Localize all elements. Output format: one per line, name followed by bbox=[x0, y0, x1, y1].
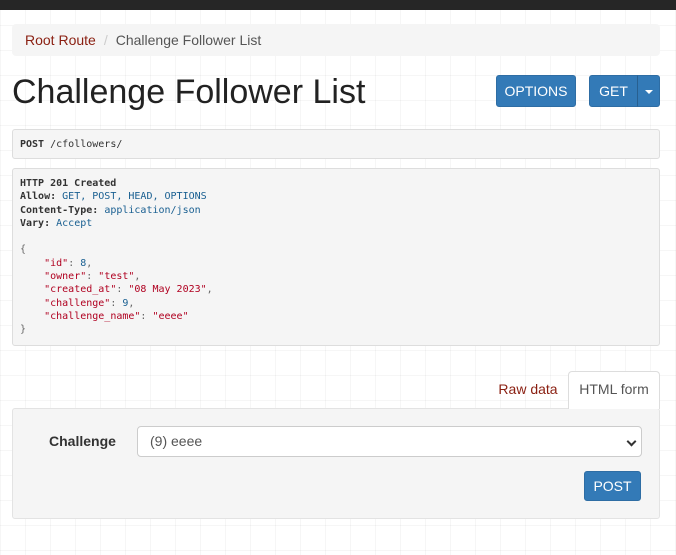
json-key: "challenge_name" bbox=[44, 310, 141, 322]
get-format-dropdown-button[interactable] bbox=[637, 75, 660, 107]
breadcrumb-root-link[interactable]: Root Route bbox=[25, 32, 96, 48]
breadcrumb: Root Route / Challenge Follower List bbox=[12, 24, 660, 56]
post-submit-button[interactable]: POST bbox=[584, 471, 641, 501]
json-close-brace: } bbox=[20, 324, 27, 336]
json-key: "id" bbox=[44, 257, 69, 269]
post-form: Challenge (9) eeee POST bbox=[12, 408, 660, 519]
challenge-label: Challenge bbox=[49, 433, 116, 449]
response-header-value: GET, POST, HEAD, OPTIONS bbox=[62, 191, 207, 203]
request-info: POST /cfollowers/ bbox=[12, 129, 660, 159]
json-value: "test" bbox=[98, 271, 135, 283]
response-header-name: Content-Type: bbox=[20, 204, 99, 216]
page-title: Challenge Follower List bbox=[12, 73, 366, 111]
json-key: "challenge" bbox=[44, 297, 111, 309]
tab-html-form[interactable]: HTML form bbox=[568, 371, 660, 409]
json-value: "08 May 2023" bbox=[128, 284, 207, 296]
challenge-select-value: (9) eeee bbox=[150, 433, 203, 449]
json-open-brace: { bbox=[20, 244, 27, 256]
response-info: HTTP 201 Created Allow: GET, POST, HEAD,… bbox=[12, 168, 660, 346]
json-key: "owner" bbox=[44, 271, 87, 283]
request-method: POST bbox=[20, 139, 45, 150]
breadcrumb-current: Challenge Follower List bbox=[115, 32, 262, 48]
tab-raw-data[interactable]: Raw data bbox=[488, 371, 568, 408]
response-status: HTTP 201 Created bbox=[20, 178, 117, 189]
json-key: "created_at" bbox=[44, 284, 117, 296]
response-header-value: application/json bbox=[104, 204, 201, 216]
options-button[interactable]: OPTIONS bbox=[496, 75, 576, 107]
request-path: /cfollowers/ bbox=[50, 139, 123, 150]
chevron-down-icon bbox=[626, 436, 637, 447]
breadcrumb-separator: / bbox=[103, 32, 108, 48]
get-button[interactable]: GET bbox=[589, 75, 638, 107]
response-header-name: Vary: bbox=[20, 217, 51, 229]
json-value: "eeee" bbox=[152, 310, 189, 322]
response-header-name: Allow: bbox=[20, 191, 57, 203]
challenge-select[interactable]: (9) eeee bbox=[137, 426, 642, 457]
top-navbar bbox=[0, 0, 676, 10]
response-header-value: Accept bbox=[56, 217, 93, 229]
caret-down-icon bbox=[644, 90, 653, 95]
